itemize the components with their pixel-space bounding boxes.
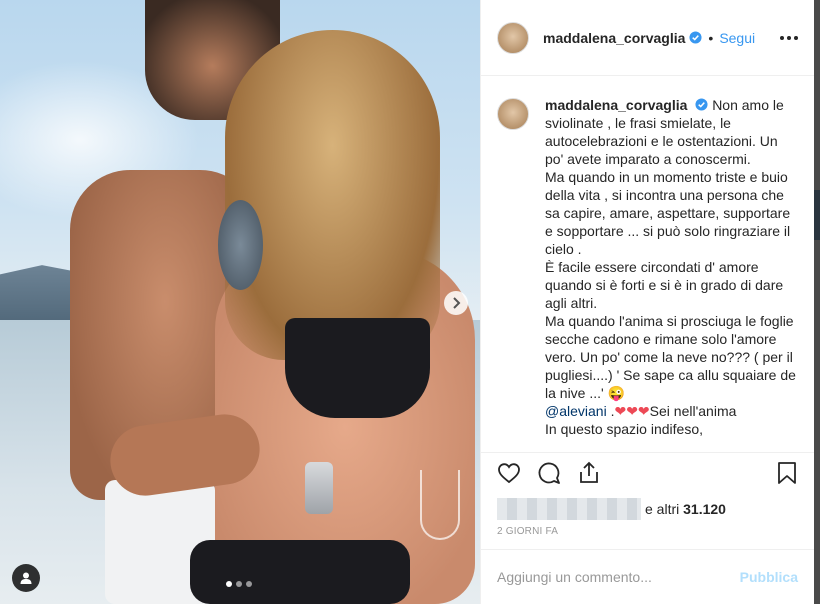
post-modal: maddalena_corvaglia • Segui maddalena_co… [0,0,814,604]
comment-form: Pubblica [481,549,814,604]
user-tag-icon [20,572,32,584]
caption-line: Ma quando l'anima si prosciuga le foglie… [545,313,796,401]
caption-line: Ma quando in un momento triste e buio de… [545,169,791,257]
share-icon[interactable] [577,461,601,485]
caption-username[interactable]: maddalena_corvaglia [545,97,687,113]
comment-icon[interactable] [537,461,561,485]
heart-icon[interactable] [497,461,521,485]
heart-emojis: ❤❤❤ [614,403,650,419]
likes-count[interactable]: 31.120 [683,501,726,517]
post-timestamp: 2 GIORNI FA [497,526,559,537]
comment-input[interactable] [497,569,740,585]
user-tags-button[interactable] [12,564,40,592]
caption-line: È facile essere circondati d' amore quan… [545,259,784,311]
backdrop-next-post [814,190,820,240]
publish-button[interactable]: Pubblica [740,569,798,585]
backdrop [814,0,820,604]
post-photo[interactable] [0,0,480,604]
photo-watch [305,462,333,514]
photo-woman-hair [225,30,440,360]
photo-glass [420,470,460,540]
avatar[interactable] [497,98,529,130]
likes-summary[interactable]: e altri 31.120 [481,492,814,522]
likes-suffix: e altri [645,501,680,517]
post-header: maddalena_corvaglia • Segui [481,0,814,76]
header-separator: • [708,29,714,46]
post-caption: maddalena_corvaglia Non amo le sviolinat… [545,96,798,444]
verified-badge-icon [689,31,702,44]
header-username[interactable]: maddalena_corvaglia [543,30,685,46]
carousel-dot [236,581,242,587]
carousel-dot [226,581,232,587]
avatar[interactable] [497,21,529,54]
caption-line: In questo spazio indifeso, [545,421,703,437]
bookmark-icon[interactable] [776,461,798,485]
carousel-dots [226,581,252,587]
more-options-icon[interactable] [780,35,798,40]
photo-tattoo [218,200,263,290]
caption-after-hearts: Sei nell'anima [649,403,737,419]
follow-button[interactable]: Segui [719,30,755,46]
carousel-next-button[interactable] [444,291,468,315]
blurred-liker-names [497,498,641,520]
comments-area: maddalena_corvaglia Non amo le sviolinat… [481,76,814,444]
post-sidebar: maddalena_corvaglia • Segui maddalena_co… [480,0,814,604]
verified-badge-icon [695,98,708,111]
chevron-right-icon [453,297,461,309]
caption-mention[interactable]: @aleviani [545,403,607,419]
post-actions [481,452,814,492]
photo-bikini-bottom [190,540,410,604]
photo-bikini-top [285,318,430,418]
carousel-dot [246,581,252,587]
